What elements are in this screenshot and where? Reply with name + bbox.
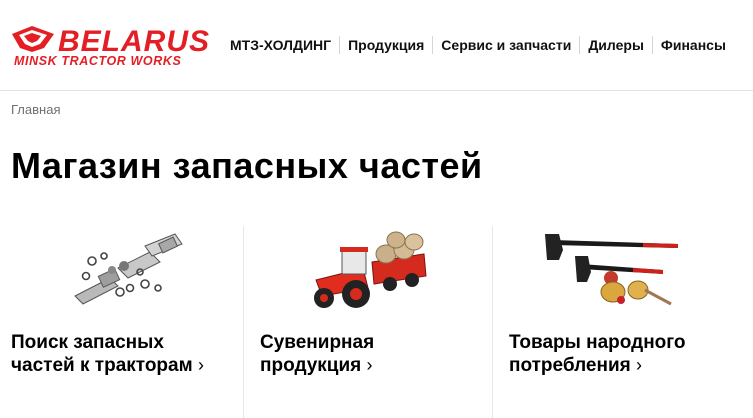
card-souvenirs[interactable]: Сувенирная продукция ›: [243, 226, 492, 418]
page-title: Магазин запасных частей: [11, 145, 483, 186]
nav-item-service-parts[interactable]: Сервис и запчасти: [432, 36, 579, 54]
nav-item-dealers[interactable]: Дилеры: [579, 36, 652, 54]
belarus-logo-mark: BELARUS MINSK TRACTOR WORKS: [12, 25, 209, 68]
card-title-text: Товары народного потребления: [509, 332, 686, 376]
card-spare-parts[interactable]: Поиск запасных частей к тракторам ›: [0, 226, 242, 418]
consumer-goods-axes-image: [545, 234, 678, 306]
belarus-logo[interactable]: BELARUS MINSK TRACTOR WORKS: [10, 22, 215, 68]
chevron-right-icon: ›: [636, 355, 643, 375]
souvenir-tractor-image: [314, 231, 427, 308]
nav-item-products[interactable]: Продукция: [339, 36, 432, 54]
nav-item-finance[interactable]: Финансы: [651, 36, 734, 54]
card-title-text: Поиск запасных частей к тракторам: [11, 332, 193, 376]
card-consumer-goods[interactable]: Товары народного потребления ›: [492, 226, 753, 418]
chevron-right-icon: ›: [366, 355, 373, 375]
logo-tagline: MINSK TRACTOR WORKS: [14, 54, 181, 68]
card-title-souvenirs[interactable]: Сувенирная продукция ›: [260, 332, 480, 377]
nav-item-mtz-holding[interactable]: МТЗ-ХОЛДИНГ: [222, 36, 339, 54]
breadcrumb-home[interactable]: Главная: [11, 102, 60, 117]
card-title-text: Сувенирная продукция: [260, 332, 375, 376]
main-nav: МТЗ-ХОЛДИНГ Продукция Сервис и запчасти …: [222, 36, 734, 54]
spare-parts-image: [74, 233, 183, 305]
card-title-spare-parts[interactable]: Поиск запасных частей к тракторам ›: [11, 332, 211, 377]
chevron-right-icon: ›: [197, 355, 204, 375]
card-title-consumer-goods[interactable]: Товары народного потребления ›: [509, 332, 749, 377]
site-header: BELARUS MINSK TRACTOR WORKS МТЗ-ХОЛДИНГ …: [0, 0, 753, 91]
